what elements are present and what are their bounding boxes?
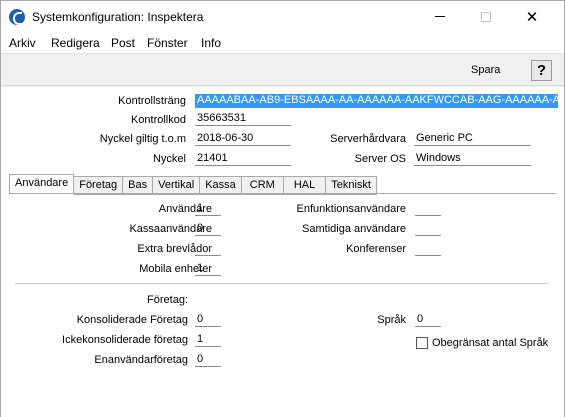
key-label: Nyckel (152, 153, 186, 165)
server-hw-label: Serverhårdvara (330, 133, 406, 145)
server-os-label: Server OS (354, 153, 406, 165)
unlimited-languages-checkbox[interactable] (416, 337, 428, 349)
non-consolidated-field[interactable]: 1 (195, 333, 221, 347)
menu-bar: Arkiv Redigera Post Fönster Info (1, 32, 564, 53)
control-string-label: Kontrollsträng (118, 95, 186, 107)
consolidated-field[interactable]: 0 (195, 313, 221, 327)
close-button[interactable]: ✕ (509, 1, 555, 32)
minimize-icon (435, 16, 445, 17)
menu-redigera[interactable]: Redigera (51, 36, 100, 50)
control-code-label: Kontrollkod (130, 114, 186, 126)
app-window: Systemkonfiguration: Inspektera ✕ Arkiv … (0, 0, 565, 417)
single-function-users-label: Enfunktionsanvändare (296, 203, 406, 215)
server-hw-field[interactable]: Generic PC (414, 132, 531, 146)
concurrent-users-label: Samtidiga användare (302, 223, 406, 235)
key-field[interactable]: 21401 (195, 152, 291, 166)
languages-field[interactable]: 0 (415, 313, 441, 327)
control-string-field[interactable]: AAAAABAA-AB9-EBSAAAA-AA-AAAAAA-AAKFWCCAB… (195, 94, 558, 108)
server-os-field[interactable]: Windows (414, 152, 531, 166)
tab-underline (9, 193, 556, 194)
languages-label: Språk (377, 314, 406, 326)
control-code-field[interactable]: 35663531 (195, 112, 291, 126)
non-consolidated-label: Ickekonsoliderade företag (62, 334, 188, 346)
form-content: Kontrollsträng AAAAABAA-AB9-EBSAAAA-AA-A… (1, 87, 564, 417)
single-user-company-field[interactable]: 0 (195, 353, 221, 367)
toolbar: Spara ? (1, 53, 564, 86)
menu-info[interactable]: Info (201, 36, 221, 50)
cash-users-field[interactable]: 0 (195, 222, 221, 236)
key-valid-field[interactable]: 2018-06-30 (195, 132, 291, 146)
title-bar: Systemkonfiguration: Inspektera ✕ (1, 1, 564, 32)
conferences-field[interactable] (415, 242, 441, 256)
users-field[interactable]: 1 (195, 202, 221, 216)
mobile-units-field[interactable]: 1 (195, 262, 221, 276)
menu-post[interactable]: Post (111, 36, 135, 50)
company-heading: Företag: (147, 294, 188, 306)
key-valid-label: Nyckel giltig t.o.m (99, 133, 186, 145)
section-divider (15, 283, 548, 284)
tab-bar: Användare Företag Bas Vertikal Kassa CRM… (9, 174, 377, 195)
minimize-button[interactable] (417, 1, 463, 32)
help-button[interactable]: ? (531, 60, 552, 81)
consolidated-label: Konsoliderade Företag (76, 314, 188, 326)
unlimited-languages-label: Obegränsat antal Språk (432, 337, 549, 349)
single-function-users-field[interactable] (415, 202, 441, 216)
app-logo-icon (9, 9, 25, 25)
single-user-company-label: Enanvändarföretag (94, 354, 188, 366)
conferences-label: Konferenser (346, 243, 406, 255)
menu-fonster[interactable]: Fönster (147, 36, 188, 50)
window-title: Systemkonfiguration: Inspektera (32, 10, 204, 24)
maximize-button[interactable] (463, 1, 509, 32)
save-button[interactable]: Spara (471, 64, 500, 76)
extra-mailboxes-field[interactable] (195, 242, 221, 256)
tab-anvandare[interactable]: Användare (9, 174, 75, 195)
menu-arkiv[interactable]: Arkiv (9, 36, 36, 50)
maximize-icon (481, 11, 491, 22)
concurrent-users-field[interactable] (415, 222, 441, 236)
